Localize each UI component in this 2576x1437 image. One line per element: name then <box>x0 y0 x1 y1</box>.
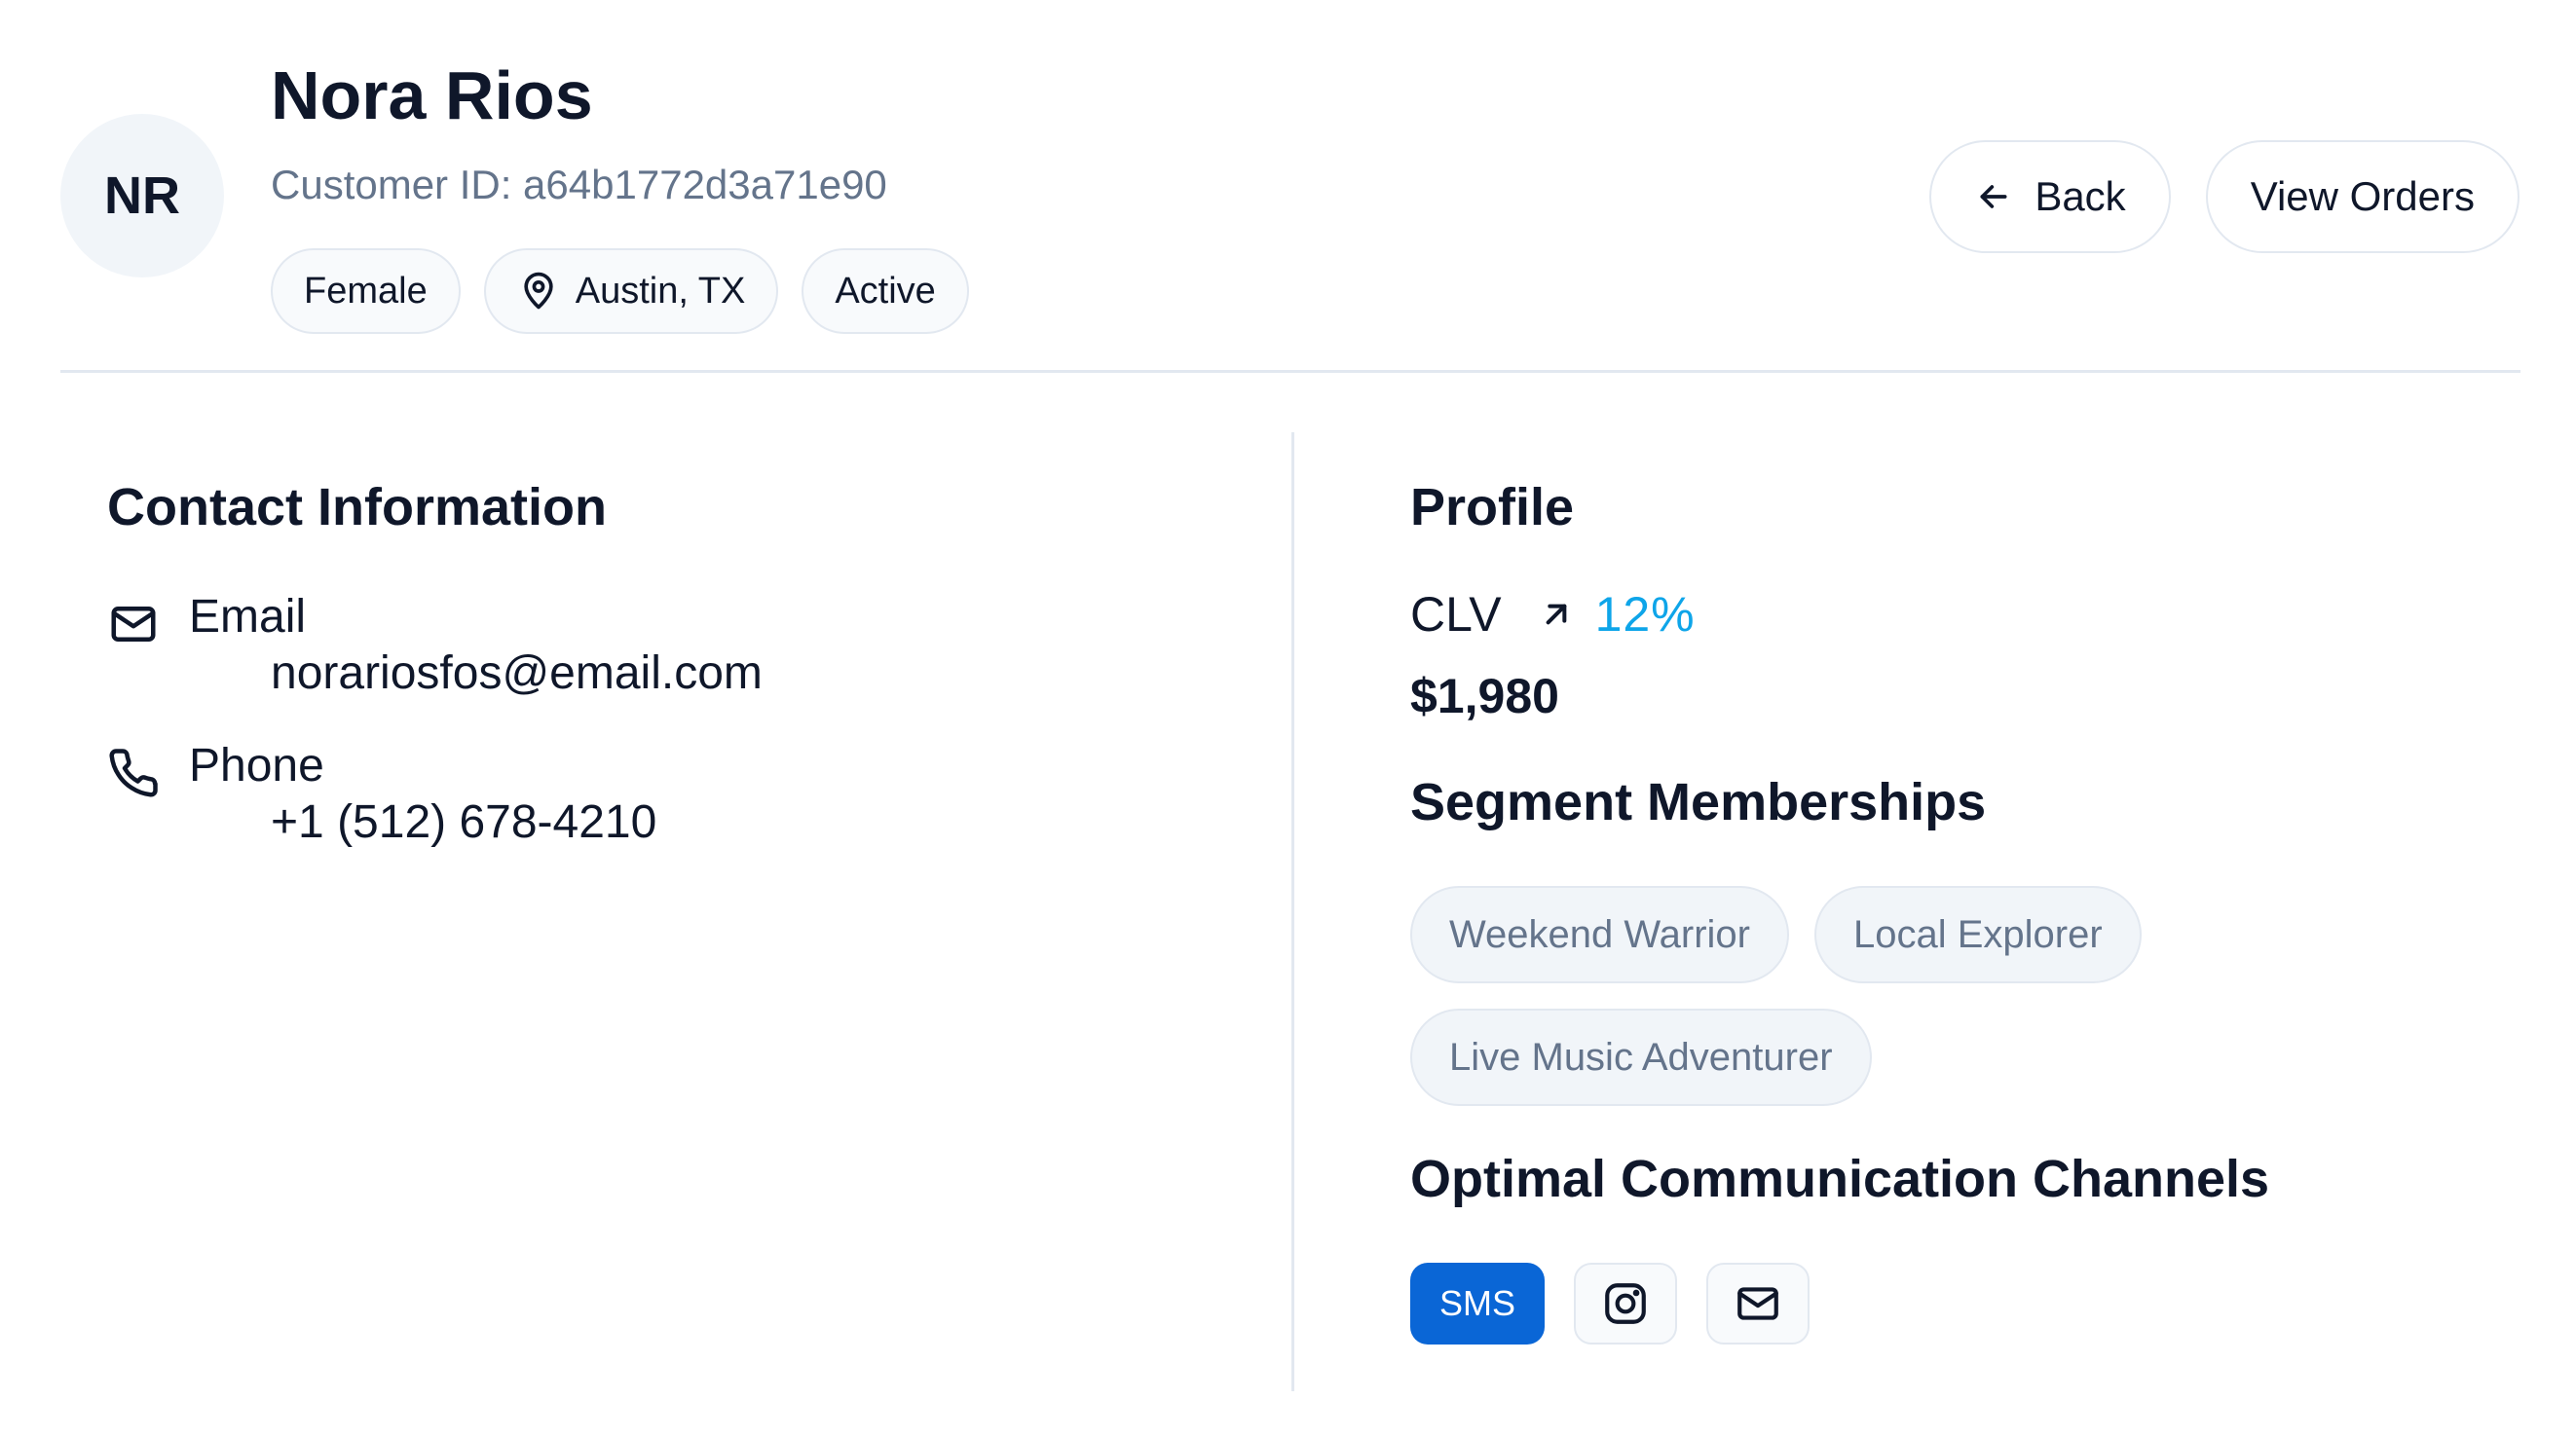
gender-chip: Female <box>271 248 461 334</box>
map-pin-icon <box>524 272 553 310</box>
mail-icon <box>111 607 156 642</box>
segment-chip[interactable]: Local Explorer <box>1813 886 2142 983</box>
avatar-initials: NR <box>104 166 180 225</box>
arrow-up-right-icon <box>1546 604 1566 625</box>
customer-name: Nora Rios <box>271 57 593 133</box>
mail-icon <box>1737 1287 1778 1320</box>
contact-section-title: Contact Information <box>107 478 607 536</box>
view-orders-button[interactable]: View Orders <box>2205 140 2520 253</box>
channel-list: SMS <box>1410 1263 1810 1345</box>
header-actions: Back View Orders <box>1929 140 2520 253</box>
customer-id: Customer ID: a64b1772d3a71e90 <box>271 162 887 207</box>
instagram-icon <box>1605 1283 1646 1324</box>
instagram-channel-button[interactable] <box>1574 1263 1677 1345</box>
segment-chip[interactable]: Weekend Warrior <box>1410 886 1789 983</box>
back-button[interactable]: Back <box>1929 140 2171 253</box>
channels-section-title: Optimal Communication Channels <box>1410 1150 2270 1208</box>
location-chip: Austin, TX <box>483 248 779 334</box>
segment-list: Weekend Warrior Local Explorer Live Musi… <box>1410 886 2287 1106</box>
segments-section-title: Segment Memberships <box>1410 773 1987 831</box>
clv-row: CLV 12% <box>1410 586 1696 643</box>
back-button-label: Back <box>2035 173 2126 219</box>
gender-chip-label: Female <box>304 270 428 312</box>
attribute-chips: Female Austin, TX Active <box>271 248 969 334</box>
header-divider <box>60 370 2520 373</box>
phone-label: Phone <box>189 740 324 792</box>
profile-section-title: Profile <box>1410 478 1575 536</box>
phone-icon <box>109 749 158 797</box>
segment-chip[interactable]: Live Music Adventurer <box>1410 1009 1872 1106</box>
email-channel-button[interactable] <box>1706 1263 1810 1345</box>
sms-channel-button[interactable]: SMS <box>1410 1263 1545 1345</box>
phone-value[interactable]: +1 (512) 678-4210 <box>271 795 656 849</box>
status-chip-label: Active <box>835 270 936 312</box>
view-orders-label: View Orders <box>2250 173 2475 219</box>
status-chip: Active <box>802 248 969 334</box>
email-value[interactable]: norariosfos@email.com <box>271 646 763 700</box>
column-divider <box>1291 432 1294 1391</box>
location-chip-label: Austin, TX <box>575 270 746 312</box>
arrow-left-icon <box>1980 185 2007 208</box>
email-label: Email <box>189 591 307 643</box>
clv-change: 12% <box>1594 587 1696 642</box>
clv-label: CLV <box>1410 587 1502 642</box>
customer-profile-card: NR Nora Rios Customer ID: a64b1772d3a71e… <box>0 0 2576 1437</box>
sms-channel-label: SMS <box>1438 1283 1515 1323</box>
avatar: NR <box>60 114 224 277</box>
clv-value: $1,980 <box>1410 669 1559 723</box>
